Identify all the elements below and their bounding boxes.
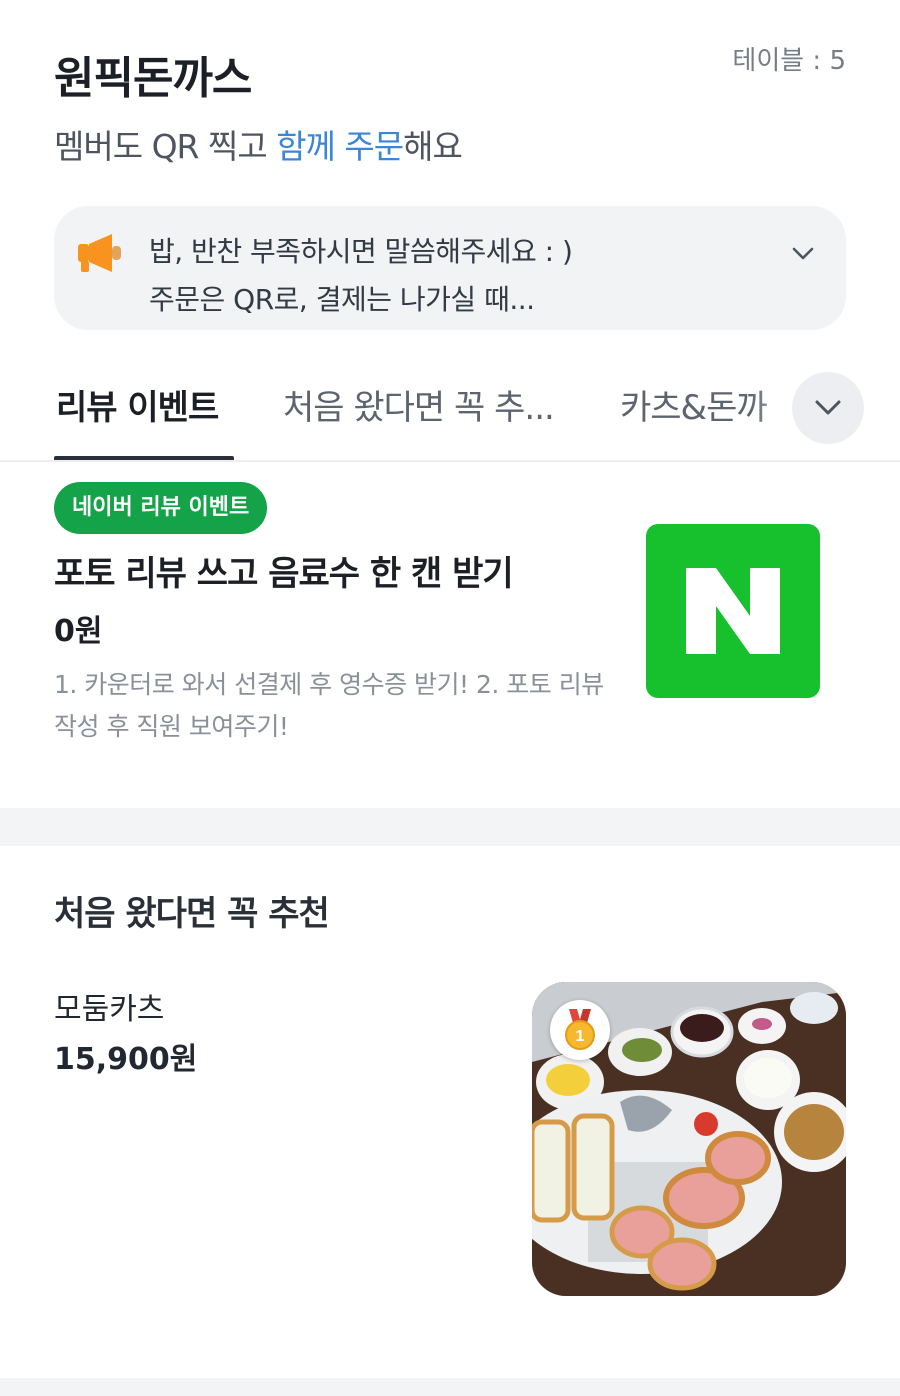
- tab-katsu[interactable]: 카츠&돈까: [620, 380, 768, 429]
- event-price: 0원: [54, 614, 103, 649]
- expand-tabs-button[interactable]: [792, 372, 864, 444]
- naver-n-icon: [686, 568, 780, 654]
- menu-item-name[interactable]: 모둠카츠: [54, 984, 164, 1028]
- rank-number: 1: [576, 1028, 585, 1045]
- subtitle-highlight: 함께 주문: [276, 127, 404, 166]
- chevron-down-icon: [815, 400, 841, 415]
- section-divider: [0, 808, 900, 846]
- bottom-divider: [0, 1378, 900, 1396]
- megaphone-icon: [78, 234, 121, 272]
- rank-badge: 1: [550, 1000, 610, 1060]
- notice-line-2: 주문은 QR로, 결제는 나가실 때...: [149, 283, 535, 316]
- naver-logo[interactable]: [646, 524, 820, 698]
- notice-line-1: 밥, 반찬 부족하시면 말씀해주세요 : ): [149, 235, 573, 268]
- subtitle-prefix: 멤버도 QR 찍고: [54, 127, 277, 166]
- notice-banner[interactable]: 밥, 반찬 부족하시면 말씀해주세요 : ) 주문은 QR로, 결제는 나가실 …: [54, 206, 846, 330]
- tab-first-visit-recommend[interactable]: 처음 왔다면 꼭 추...: [283, 380, 555, 429]
- menu-item-price: 15,900원: [54, 1042, 198, 1077]
- category-tabs: 리뷰 이벤트 처음 왔다면 꼭 추... 카츠&돈까: [0, 362, 900, 462]
- subtitle-suffix: 해요: [403, 127, 463, 166]
- menu-item-photo[interactable]: 1: [532, 982, 846, 1296]
- section-title: 처음 왔다면 꼭 추천: [54, 894, 330, 934]
- table-number: 테이블 : 5: [732, 46, 846, 76]
- gold-medal-icon: 1: [565, 1009, 595, 1050]
- subtitle: 멤버도 QR 찍고 함께 주문해요: [54, 120, 463, 168]
- event-title[interactable]: 포토 리뷰 쓰고 음료수 한 캔 받기: [54, 546, 514, 595]
- tab-review-event[interactable]: 리뷰 이벤트: [56, 380, 219, 429]
- chevron-down-icon[interactable]: [790, 240, 816, 266]
- restaurant-name: 원픽돈까스: [54, 53, 252, 104]
- event-badge: 네이버 리뷰 이벤트: [54, 482, 268, 534]
- event-description: 1. 카운터로 와서 선결제 후 영수증 받기! 2. 포토 리뷰 작성 후 직…: [54, 670, 604, 741]
- active-tab-indicator: [54, 456, 234, 460]
